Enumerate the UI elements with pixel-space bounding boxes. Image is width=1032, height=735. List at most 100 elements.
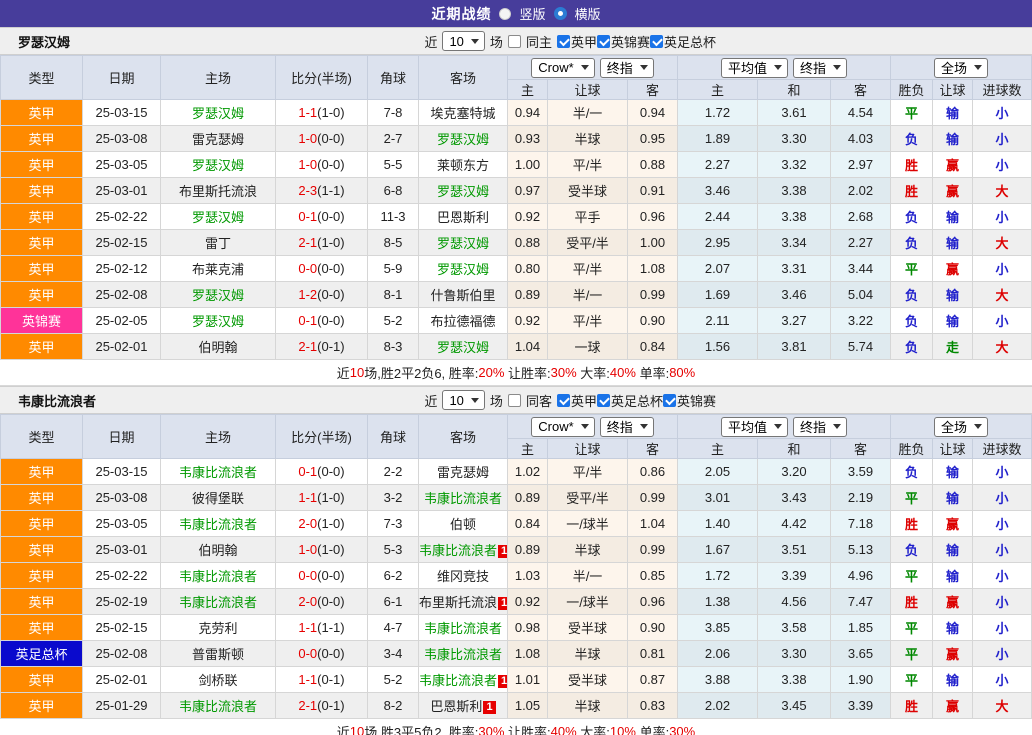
league-checkbox[interactable] (557, 35, 570, 48)
goals-result: 小 (973, 459, 1032, 485)
home-team-name: 罗瑟汉姆 (192, 158, 244, 173)
score-cell: 1-0(0-0) (276, 152, 368, 178)
odds-source-select[interactable]: Crow* (531, 58, 594, 78)
match-type-badge: 英甲 (1, 693, 83, 719)
vertical-layout-radio[interactable] (499, 8, 511, 20)
avg-away-odds: 3.39 (831, 693, 891, 719)
avg-draw-odds: 3.43 (758, 485, 831, 511)
odds-source-select[interactable]: Crow* (531, 417, 594, 437)
match-row: 英甲25-03-15韦康比流浪者0-1(0-0)2-2雷克瑟姆1.02平/半0.… (1, 459, 1032, 485)
match-result: 负 (891, 230, 933, 256)
odds-away: 0.88 (628, 152, 678, 178)
match-row: 英甲25-03-01伯明翰1-0(1-0)5-3韦康比流浪者10.89半球0.9… (1, 537, 1032, 563)
home-team-name: 罗瑟汉姆 (192, 210, 244, 225)
recent-count-select[interactable]: 10 (442, 31, 484, 51)
league-checkbox[interactable] (557, 394, 570, 407)
col-header-home: 主场 (161, 415, 276, 459)
goals-result: 小 (973, 589, 1032, 615)
subcol-handicap: 让球 (548, 439, 628, 459)
same-venue-checkbox[interactable] (508, 394, 521, 407)
goals-result: 小 (973, 152, 1032, 178)
corner-count: 8-1 (368, 282, 419, 308)
summary-segment: 单率: (636, 363, 669, 382)
halftime-score: (1-0) (317, 542, 344, 557)
subcol-odds-away: 客 (628, 439, 678, 459)
odds-away: 0.90 (628, 308, 678, 334)
halftime-score: (0-0) (317, 287, 344, 302)
avg-home-odds: 2.06 (678, 641, 758, 667)
league-checkbox[interactable] (663, 394, 676, 407)
avg-kind-select[interactable]: 终指 (793, 58, 847, 78)
home-team-name: 韦康比流浪者 (179, 569, 257, 584)
home-team: 布莱克浦 (161, 256, 276, 282)
title-bar: 近期战绩 竖版 横版 (0, 0, 1032, 27)
avg-draw-odds: 3.38 (758, 178, 831, 204)
goals-result: 小 (973, 256, 1032, 282)
avg-draw-odds: 3.61 (758, 100, 831, 126)
halftime-score: (0-0) (317, 464, 344, 479)
same-venue-label: 同主 (526, 32, 552, 51)
match-result: 负 (891, 126, 933, 152)
same-venue-checkbox[interactable] (508, 35, 521, 48)
fulltime-score: 0-1 (298, 313, 317, 328)
goals-result: 小 (973, 485, 1032, 511)
summary-segment: 10 (350, 365, 364, 380)
corner-count: 5-2 (368, 308, 419, 334)
avg-home-odds: 1.38 (678, 589, 758, 615)
halftime-score: (1-0) (317, 490, 344, 505)
avg-away-odds: 2.68 (831, 204, 891, 230)
handicap-line: 半球 (548, 126, 628, 152)
away-team: 韦康比流浪者 (419, 615, 508, 641)
avg-draw-odds: 3.32 (758, 152, 831, 178)
avg-home-odds: 2.07 (678, 256, 758, 282)
odds-away: 0.84 (628, 334, 678, 360)
handicap-line: 平/半 (548, 256, 628, 282)
scope-select[interactable]: 全场 (934, 417, 988, 437)
match-result: 胜 (891, 693, 933, 719)
avg-draw-odds: 3.27 (758, 308, 831, 334)
avg-away-odds: 7.47 (831, 589, 891, 615)
halftime-score: (0-0) (317, 209, 344, 224)
summary-segment: 大率: (577, 363, 610, 382)
away-team-name: 巴恩斯利 (430, 699, 482, 714)
recent-prefix-label: 近 (424, 32, 437, 51)
fulltime-score: 1-2 (298, 287, 317, 302)
league-label: 英锦赛 (611, 32, 650, 51)
corner-count: 4-7 (368, 615, 419, 641)
recent-count-select[interactable]: 10 (442, 390, 484, 410)
odds-home: 0.92 (508, 204, 548, 230)
match-date: 25-03-15 (83, 459, 161, 485)
league-checkbox[interactable] (597, 35, 610, 48)
subcol-goals-result: 进球数 (973, 80, 1032, 100)
avg-away-odds: 5.13 (831, 537, 891, 563)
corner-count: 5-3 (368, 537, 419, 563)
summary-segment: 让胜率: (504, 722, 550, 735)
match-row: 英甲25-03-08雷克瑟姆1-0(0-0)2-7罗瑟汉姆0.93半球0.951… (1, 126, 1032, 152)
avg-source-select[interactable]: 平均值 (721, 417, 788, 437)
scope-select[interactable]: 全场 (934, 58, 988, 78)
league-checkbox[interactable] (650, 35, 663, 48)
same-venue-label: 同客 (526, 391, 552, 410)
match-date: 25-03-15 (83, 100, 161, 126)
goals-result: 小 (973, 126, 1032, 152)
odds-kind-select[interactable]: 终指 (600, 58, 654, 78)
match-row: 英甲25-02-19韦康比流浪者2-0(0-0)6-1布里斯托流浪10.92一/… (1, 589, 1032, 615)
score-cell: 1-1(1-0) (276, 485, 368, 511)
avg-source-select[interactable]: 平均值 (721, 58, 788, 78)
match-date: 25-02-01 (83, 667, 161, 693)
match-result: 胜 (891, 178, 933, 204)
avg-draw-odds: 3.38 (758, 667, 831, 693)
league-checkbox[interactable] (597, 394, 610, 407)
match-date: 25-02-15 (83, 615, 161, 641)
avg-kind-select[interactable]: 终指 (793, 417, 847, 437)
league-label: 英甲 (571, 391, 597, 410)
score-cell: 1-2(0-0) (276, 282, 368, 308)
away-team: 韦康比流浪者1 (419, 537, 508, 563)
horizontal-layout-label: 横版 (575, 4, 601, 23)
odds-kind-select[interactable]: 终指 (600, 417, 654, 437)
halftime-score: (0-0) (317, 157, 344, 172)
handicap-line: 半球 (548, 641, 628, 667)
horizontal-layout-radio[interactable] (554, 7, 567, 20)
handicap-line: 半/一 (548, 100, 628, 126)
odds-away: 1.04 (628, 511, 678, 537)
